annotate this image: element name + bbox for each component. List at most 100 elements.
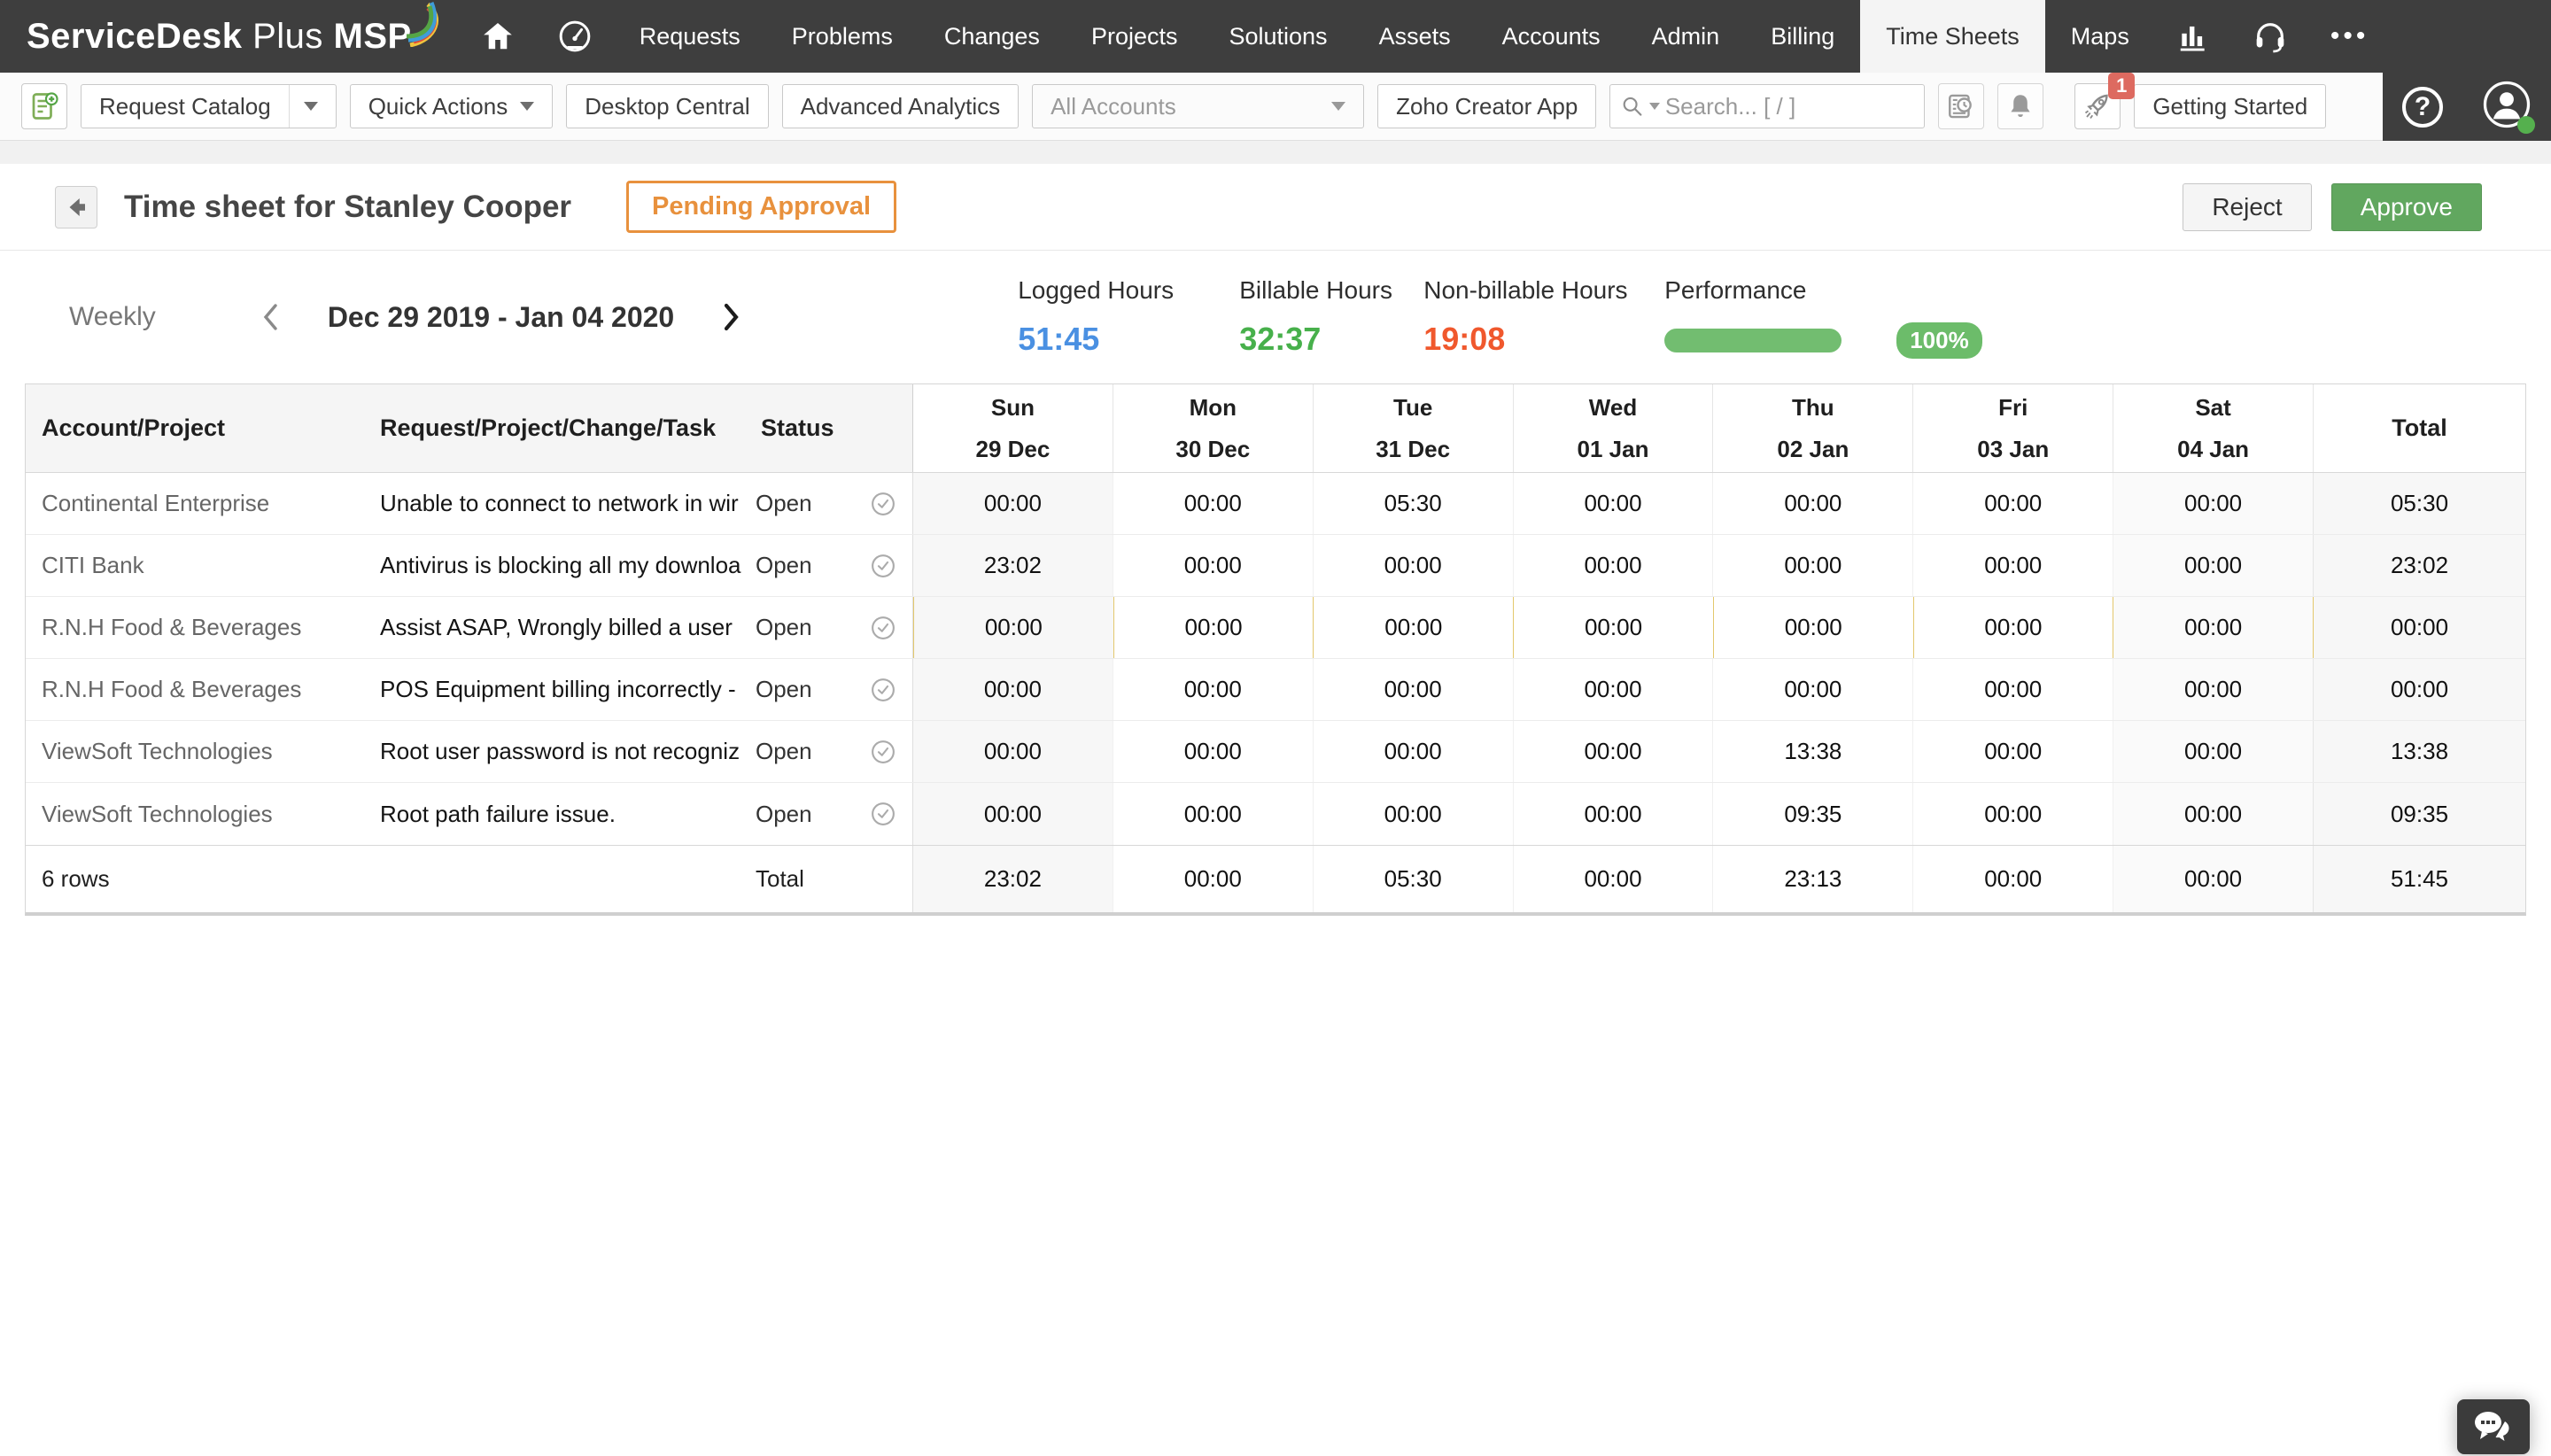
timesheet-rows: Continental Enterprise Unable to connect… — [26, 473, 2525, 845]
more-menu-icon[interactable]: ••• — [2309, 0, 2391, 73]
status-check-icon — [870, 739, 896, 765]
nav-item-assets[interactable]: Assets — [1353, 0, 1477, 73]
accounts-select[interactable]: All Accounts — [1032, 84, 1364, 128]
day-headers: Sun29 DecMon30 DecTue31 DecWed01 JanThu0… — [913, 384, 2313, 472]
hours-cell: 00:00 — [2113, 597, 2313, 658]
task-cell[interactable]: Antivirus is blocking all my downloa — [380, 552, 756, 579]
status-check-icon — [870, 615, 896, 641]
desktop-central-button[interactable]: Desktop Central — [566, 84, 768, 128]
quick-actions-button[interactable]: Quick Actions — [350, 84, 554, 128]
whats-new-rocket[interactable]: 1 — [2074, 83, 2121, 129]
reports-chart-icon[interactable] — [2155, 0, 2231, 73]
nav-item-projects[interactable]: Projects — [1066, 0, 1204, 73]
table-row: CITI Bank Antivirus is blocking all my d… — [26, 535, 2525, 597]
footer-left: 6 rows Total — [26, 846, 913, 912]
user-avatar[interactable] — [2482, 80, 2532, 134]
nav-item-changes[interactable]: Changes — [919, 0, 1066, 73]
search-scope-caret-icon[interactable] — [1649, 103, 1660, 110]
stat-block: Billable Hours32:37 — [1239, 276, 1423, 358]
home-icon[interactable] — [460, 0, 536, 73]
nav-item-maps[interactable]: Maps — [2045, 0, 2155, 73]
content-panel: Time sheet for Stanley Cooper Pending Ap… — [0, 164, 2551, 1456]
getting-started-label: Getting Started — [2152, 93, 2307, 120]
nav-item-requests[interactable]: Requests — [614, 0, 766, 73]
account-cell: R.N.H Food & Beverages — [26, 676, 380, 703]
request-catalog-button[interactable]: Request Catalog — [81, 84, 337, 128]
search-icon — [1621, 93, 1644, 120]
table-row: R.N.H Food & Beverages Assist ASAP, Wron… — [26, 597, 2525, 659]
approve-button[interactable]: Approve — [2331, 183, 2482, 231]
status-cell: Open — [756, 738, 834, 765]
chevron-down-icon — [520, 102, 534, 111]
nav-items: RequestsProblemsChangesProjectsSolutions… — [614, 0, 2155, 73]
hours-cell: 05:30 — [1313, 473, 1513, 534]
hours-cell: 00:00 — [913, 783, 1113, 845]
reject-button[interactable]: Reject — [2183, 183, 2311, 231]
zoho-creator-button[interactable]: Zoho Creator App — [1377, 84, 1596, 128]
new-request-icon[interactable] — [21, 83, 67, 129]
nav-item-problems[interactable]: Problems — [766, 0, 919, 73]
support-headset-icon[interactable] — [2231, 0, 2309, 73]
recent-items-icon[interactable] — [1938, 83, 1984, 129]
dashboard-gauge-icon[interactable] — [536, 0, 614, 73]
back-button[interactable] — [55, 186, 97, 228]
hours-cell: 00:00 — [1113, 597, 1314, 658]
chat-button[interactable] — [2457, 1399, 2530, 1454]
day-header-fri: Fri03 Jan — [1912, 384, 2113, 472]
stat-value: 19:08 — [1423, 321, 1664, 358]
table-row: R.N.H Food & Beverages POS Equipment bil… — [26, 659, 2525, 721]
chevron-down-icon — [1331, 102, 1345, 111]
page-title: Time sheet for Stanley Cooper — [124, 190, 571, 225]
nav-item-admin[interactable]: Admin — [1626, 0, 1746, 73]
hours-cell: 00:00 — [1513, 783, 1713, 845]
split-divider — [289, 85, 290, 128]
table-row: ViewSoft Technologies Root user password… — [26, 721, 2525, 783]
notifications-bell-icon[interactable] — [1997, 83, 2043, 129]
top-nav: ServiceDesk Plus MSP RequestsProblemsCha… — [0, 0, 2551, 73]
back-arrow-icon — [63, 194, 89, 221]
performance-bar — [1664, 329, 1842, 352]
task-cell[interactable]: Assist ASAP, Wrongly billed a user — [380, 614, 756, 641]
chat-bubbles-icon — [2473, 1409, 2514, 1444]
task-cell[interactable]: Unable to connect to network in wir — [380, 490, 756, 517]
hours-cell: 09:35 — [1712, 783, 1912, 845]
prev-week-icon[interactable] — [259, 301, 282, 333]
nav-item-billing[interactable]: Billing — [1745, 0, 1860, 73]
hours-cell: 00:00 — [1313, 659, 1513, 720]
hours-cell: 00:00 — [2113, 783, 2313, 845]
hours-cell: 00:00 — [1113, 535, 1313, 596]
task-cell[interactable]: Root user password is not recogniz — [380, 738, 756, 765]
header-task: Request/Project/Change/Task — [380, 414, 761, 442]
status-cell: Open — [756, 801, 834, 828]
status-cell: Open — [756, 552, 834, 579]
next-week-icon[interactable] — [720, 301, 743, 333]
getting-started-button[interactable]: Getting Started — [2134, 84, 2326, 128]
hours-cell: 00:00 — [1513, 721, 1713, 782]
search-box[interactable] — [1609, 84, 1925, 128]
account-cell: ViewSoft Technologies — [26, 738, 380, 765]
page: ServiceDesk Plus MSP RequestsProblemsCha… — [0, 0, 2551, 1456]
performance-label: Performance — [1664, 276, 1982, 305]
nav-item-solutions[interactable]: Solutions — [1203, 0, 1353, 73]
hours-cell: 00:00 — [1712, 659, 1912, 720]
row-total-cell: 09:35 — [2313, 783, 2525, 845]
app-logo[interactable]: ServiceDesk Plus MSP — [0, 0, 460, 73]
help-icon[interactable]: ? — [2402, 87, 2443, 128]
nav-item-time-sheets[interactable]: Time Sheets — [1860, 0, 2045, 73]
period-selector[interactable]: Weekly — [69, 302, 156, 332]
header-status: Status — [761, 414, 834, 442]
footer-day-totals: 23:0200:0005:3000:0023:1300:0000:00 — [913, 846, 2313, 912]
advanced-analytics-button[interactable]: Advanced Analytics — [782, 84, 1019, 128]
hours-cell: 00:00 — [2113, 659, 2313, 720]
search-input[interactable] — [1665, 93, 1914, 120]
hours-cell: 00:00 — [1313, 721, 1513, 782]
day-header-mon: Mon30 Dec — [1113, 384, 1313, 472]
task-cell[interactable]: POS Equipment billing incorrectly - — [380, 676, 756, 703]
grand-total-cell: 51:45 — [2313, 846, 2525, 912]
table-footer: 6 rows Total 23:0200:0005:3000:0023:1300… — [26, 845, 2525, 912]
stat-value: 51:45 — [1018, 321, 1239, 358]
nav-item-accounts[interactable]: Accounts — [1477, 0, 1626, 73]
footer-hours-cell: 05:30 — [1313, 846, 1513, 912]
notification-badge: 1 — [2108, 73, 2135, 99]
task-cell[interactable]: Root path failure issue. — [380, 801, 756, 828]
